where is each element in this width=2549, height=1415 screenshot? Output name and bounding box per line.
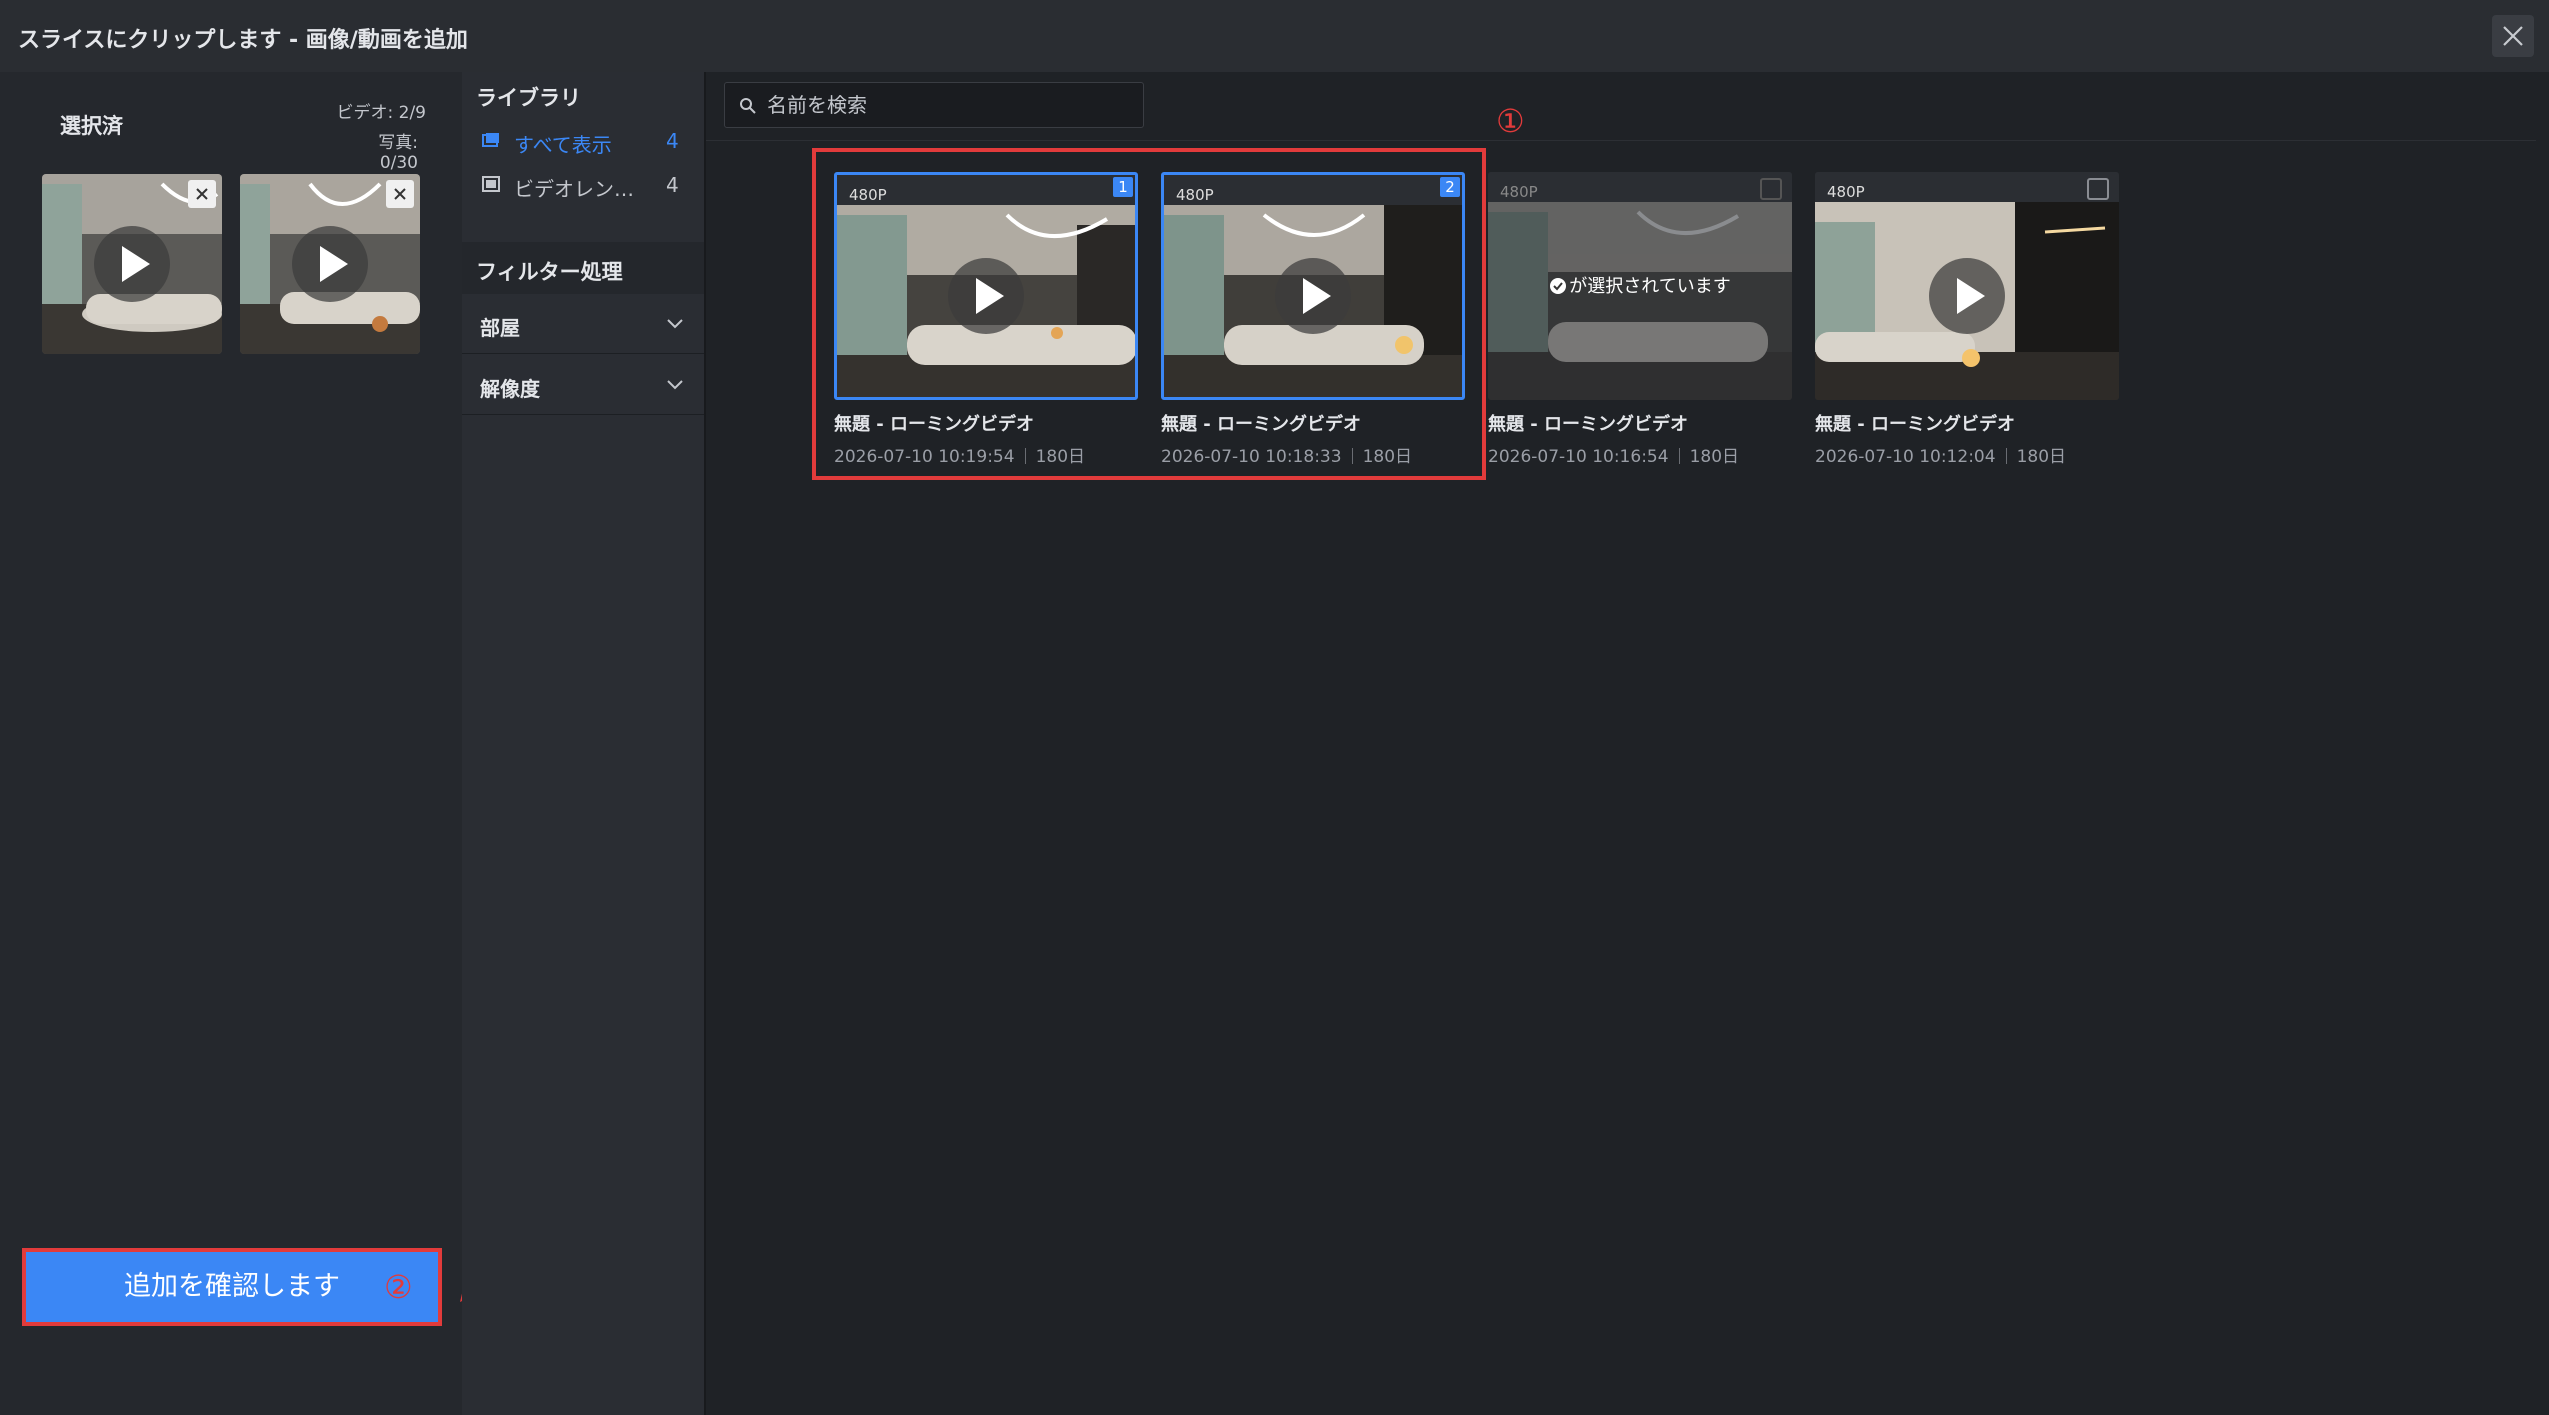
media-meta: 2026-07-10 10:12:04 180日 xyxy=(1815,447,2067,467)
media-thumbnail[interactable]: 480P 2 xyxy=(1161,172,1465,400)
photo-count: 写真: 0/30 xyxy=(378,133,418,173)
library-title: ライブラリ xyxy=(476,86,581,110)
resolution-badge: 480P xyxy=(845,185,891,205)
resolution-badge: 480P xyxy=(1496,182,1542,202)
dialog-title: スライスにクリップします - 画像/動画を追加 xyxy=(18,28,468,53)
media-thumbnail: 480P が選択されています xyxy=(1488,172,1792,400)
already-selected-label: が選択されています xyxy=(1488,272,1792,298)
annotation-number: ① xyxy=(1496,102,1525,140)
filter-room[interactable]: 部屋 xyxy=(462,294,704,354)
play-icon xyxy=(292,226,368,302)
gallery-icon xyxy=(482,133,499,147)
chevron-down-icon xyxy=(667,380,683,390)
play-icon xyxy=(1929,258,2005,334)
media-thumbnail[interactable]: 480P 1 xyxy=(834,172,1138,400)
add-media-dialog: スライスにクリップします - 画像/動画を追加 選択済 ビデオ: 2/9 写真:… xyxy=(0,0,2549,1415)
resolution-badge: 480P xyxy=(1172,185,1218,205)
close-icon xyxy=(196,188,208,200)
filter-resolution[interactable]: 解像度 xyxy=(462,355,704,415)
media-name: 無題 - ローミングビデオ xyxy=(1161,414,1362,435)
media-name: 無題 - ローミングビデオ xyxy=(834,414,1035,435)
close-icon xyxy=(394,188,406,200)
selected-item[interactable] xyxy=(42,174,222,354)
remove-button[interactable] xyxy=(386,180,414,208)
media-name: 無題 - ローミングビデオ xyxy=(1488,414,1689,435)
library-item-video-render[interactable]: ビデオレン… 4 xyxy=(482,168,692,202)
selected-title: 選択済 xyxy=(60,114,123,138)
media-name: 無題 - ローミングビデオ xyxy=(1815,414,2016,435)
annotation-number: ② xyxy=(384,1268,413,1306)
media-meta: 2026-07-10 10:18:33 180日 xyxy=(1161,447,1413,467)
media-thumbnail[interactable]: 480P xyxy=(1815,172,2119,400)
search-icon xyxy=(740,98,756,114)
close-button[interactable] xyxy=(2492,15,2534,57)
search-box[interactable] xyxy=(724,82,1144,128)
library-panel: ライブラリ すべて表示 4 ビデオレン… 4 フィルター処理 部屋 解像度 xyxy=(462,72,704,1415)
title-bar: スライスにクリップします - 画像/動画を追加 xyxy=(0,0,2549,72)
play-icon xyxy=(948,258,1024,334)
select-checkbox xyxy=(1760,178,1782,200)
resolution-badge: 480P xyxy=(1823,182,1869,202)
close-icon xyxy=(2503,26,2523,46)
play-icon xyxy=(1275,258,1351,334)
media-meta: 2026-07-10 10:19:54 180日 xyxy=(834,447,1086,467)
library-item-all[interactable]: すべて表示 4 xyxy=(482,124,692,158)
search-input[interactable] xyxy=(767,91,1127,119)
chevron-down-icon xyxy=(667,319,683,329)
selection-order-badge: 1 xyxy=(1113,177,1133,197)
video-count: ビデオ: 2/9 xyxy=(336,103,427,123)
film-icon xyxy=(482,176,500,192)
play-icon xyxy=(94,226,170,302)
media-grid-area: ① 480P 1 xyxy=(704,72,2536,1415)
selection-order-badge: 2 xyxy=(1440,177,1460,197)
remove-button[interactable] xyxy=(188,180,216,208)
filter-header: フィルター処理 xyxy=(462,242,704,294)
room-thumbnail xyxy=(1488,202,1792,400)
selected-panel: 選択済 ビデオ: 2/9 写真: 0/30 xyxy=(0,72,462,1415)
check-circle-icon xyxy=(1550,278,1567,294)
selected-item[interactable] xyxy=(240,174,420,354)
confirm-add-button[interactable]: 追加を確認します xyxy=(22,1248,442,1326)
media-meta: 2026-07-10 10:16:54 180日 xyxy=(1488,447,1740,467)
divider xyxy=(706,140,2536,141)
select-checkbox[interactable] xyxy=(2087,178,2109,200)
